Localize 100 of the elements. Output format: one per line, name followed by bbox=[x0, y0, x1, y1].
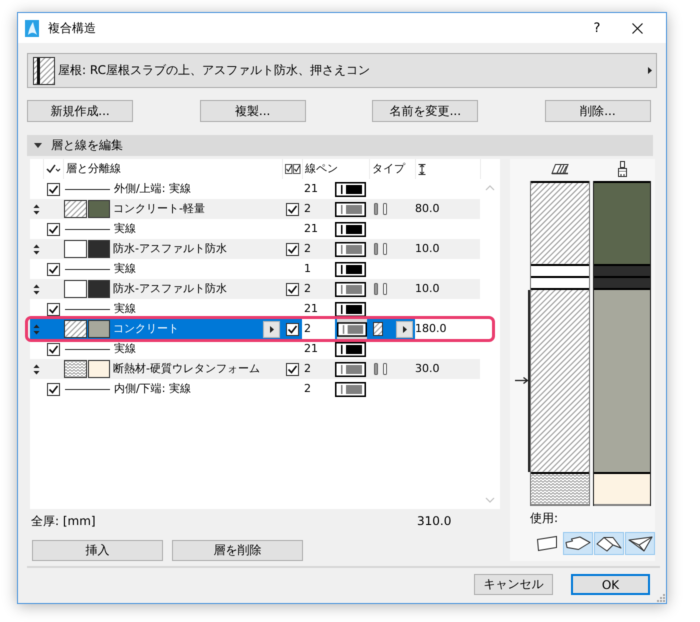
up-down-triangles-icon[interactable] bbox=[33, 244, 40, 254]
up-down-triangles-icon[interactable] bbox=[33, 284, 40, 294]
line-label: 実線 bbox=[114, 222, 136, 236]
line-label: 内側/下端: 実線 bbox=[114, 382, 191, 396]
pen-swatch-icon[interactable] bbox=[335, 302, 366, 316]
checkbox[interactable] bbox=[286, 282, 298, 296]
window-title: 複合構造 bbox=[48, 21, 96, 35]
double-bar-icon[interactable] bbox=[373, 242, 389, 256]
close-icon bbox=[632, 22, 642, 34]
checkbox[interactable] bbox=[286, 202, 298, 216]
check-icon[interactable] bbox=[46, 164, 61, 174]
checkbox[interactable] bbox=[46, 262, 60, 276]
usage-label: 使用: bbox=[530, 511, 558, 525]
help-button[interactable]: ? bbox=[577, 13, 617, 43]
checkbox[interactable] bbox=[46, 222, 60, 236]
usage-toggle[interactable] bbox=[594, 532, 624, 555]
line-label: 実線 bbox=[114, 342, 136, 356]
insert-button[interactable]: 挿入 bbox=[32, 540, 163, 561]
thickness-value: 30.0 bbox=[415, 362, 440, 376]
triangle-right-icon bbox=[648, 67, 652, 74]
quad-shape-icon bbox=[536, 535, 558, 552]
pen-number: 21 bbox=[304, 342, 318, 356]
pen-swatch-icon[interactable] bbox=[337, 322, 367, 336]
triangle-right-icon bbox=[270, 326, 274, 332]
rename-button[interactable]: 名前を変更... bbox=[372, 100, 478, 122]
solid-line-icon bbox=[65, 308, 110, 310]
solid-line-icon bbox=[65, 188, 110, 190]
column-header: 層と分離線 bbox=[66, 162, 121, 176]
total-thickness-value: 310.0 bbox=[417, 514, 452, 528]
triangle-right-icon bbox=[402, 326, 406, 332]
column-header: 線ペン bbox=[305, 162, 338, 176]
total-thickness-label: 全厚: [mm] bbox=[31, 514, 96, 528]
hatch-swatch-icon bbox=[64, 360, 87, 378]
solid-line-icon bbox=[65, 268, 110, 270]
pen-swatch-icon[interactable] bbox=[335, 262, 366, 276]
cancel-button[interactable]: キャンセル bbox=[474, 574, 553, 595]
double-bar-icon[interactable] bbox=[373, 362, 389, 376]
pen-number: 1 bbox=[304, 262, 311, 276]
layer-name: 防水-アスファルト防水 bbox=[113, 242, 227, 256]
table-row[interactable]: コンクリート-軽量 2 80.0 bbox=[30, 199, 480, 219]
dropdown-button[interactable] bbox=[263, 320, 280, 338]
pen-number: 21 bbox=[304, 222, 318, 236]
layer-name: 断熱材-硬質ウレタンフォーム bbox=[113, 362, 260, 376]
checkbox[interactable] bbox=[286, 242, 298, 256]
pen-number: 2 bbox=[304, 202, 311, 216]
pen-swatch-icon[interactable] bbox=[335, 202, 366, 216]
layer-name: 防水-アスファルト防水 bbox=[113, 282, 227, 296]
checkboxes-icon[interactable] bbox=[285, 164, 301, 174]
pen-number: 2 bbox=[304, 382, 311, 396]
pen-number: 2 bbox=[304, 242, 311, 256]
checkbox[interactable] bbox=[46, 342, 60, 356]
table-row[interactable]: 防水-アスファルト防水 2 10.0 bbox=[30, 279, 480, 299]
solid-line-icon bbox=[65, 228, 110, 230]
thickness-value: 80.0 bbox=[415, 202, 440, 216]
usage-toggle[interactable] bbox=[563, 532, 593, 555]
thickness-value: 10.0 bbox=[415, 282, 440, 296]
checkbox[interactable] bbox=[286, 322, 298, 336]
pen-number: 21 bbox=[304, 302, 318, 316]
up-down-triangles-icon[interactable] bbox=[33, 204, 40, 214]
ok-button[interactable]: OK bbox=[571, 574, 650, 595]
pen-swatch-icon[interactable] bbox=[335, 342, 366, 356]
pen-number: 2 bbox=[304, 282, 311, 296]
hatch-icon bbox=[551, 163, 569, 175]
checkbox[interactable] bbox=[46, 302, 60, 316]
pen-swatch-icon[interactable] bbox=[335, 282, 366, 296]
layer-name: コンクリート bbox=[113, 322, 179, 336]
solid-line-icon bbox=[65, 348, 110, 350]
hatch-swatch-icon bbox=[64, 280, 87, 298]
pen-number: 2 bbox=[304, 322, 311, 336]
pen-swatch-icon[interactable] bbox=[335, 362, 366, 376]
hatch-block bbox=[531, 266, 589, 276]
up-down-triangles-icon[interactable] bbox=[33, 364, 40, 374]
hatch-swatch-icon bbox=[64, 240, 87, 258]
section-header[interactable]: 層と線を編集 bbox=[27, 135, 653, 156]
pen-swatch-icon[interactable] bbox=[335, 182, 366, 196]
table-row[interactable]: 断熱材-硬質ウレタンフォーム 2 30.0 bbox=[30, 359, 480, 379]
checkbox[interactable] bbox=[286, 362, 298, 376]
thickness-icon bbox=[418, 164, 426, 174]
solid-line-icon bbox=[65, 388, 110, 390]
shell-shape-icon bbox=[628, 536, 652, 552]
dropdown-button[interactable] bbox=[396, 320, 413, 338]
pen-swatch-icon[interactable] bbox=[335, 242, 366, 256]
new-button[interactable]: 新規作成... bbox=[27, 100, 133, 122]
double-bar-icon[interactable] bbox=[373, 282, 389, 296]
pen-swatch-icon[interactable] bbox=[335, 222, 366, 236]
double-bar-icon[interactable] bbox=[373, 202, 389, 216]
hatch-block bbox=[531, 474, 589, 504]
pen-swatch-icon[interactable] bbox=[335, 382, 366, 396]
delete-button[interactable]: 削除... bbox=[544, 100, 651, 122]
hatched-rectangle-icon[interactable] bbox=[373, 322, 383, 336]
delete-layer-button[interactable]: 層を削除 bbox=[172, 540, 303, 561]
table-row[interactable]: 防水-アスファルト防水 2 10.0 bbox=[30, 239, 480, 259]
resize-grip-icon[interactable] bbox=[657, 594, 665, 602]
pen-number: 2 bbox=[304, 362, 311, 376]
duplicate-button[interactable]: 複製... bbox=[200, 100, 306, 122]
checkbox[interactable] bbox=[46, 182, 60, 196]
checkbox[interactable] bbox=[46, 382, 60, 396]
composite-selector[interactable]: 屋根: RC屋根スラブの上、アスファルト防水、押さえコン bbox=[27, 53, 657, 88]
thickness-value: 10.0 bbox=[415, 242, 440, 256]
usage-toggle[interactable] bbox=[625, 532, 655, 555]
